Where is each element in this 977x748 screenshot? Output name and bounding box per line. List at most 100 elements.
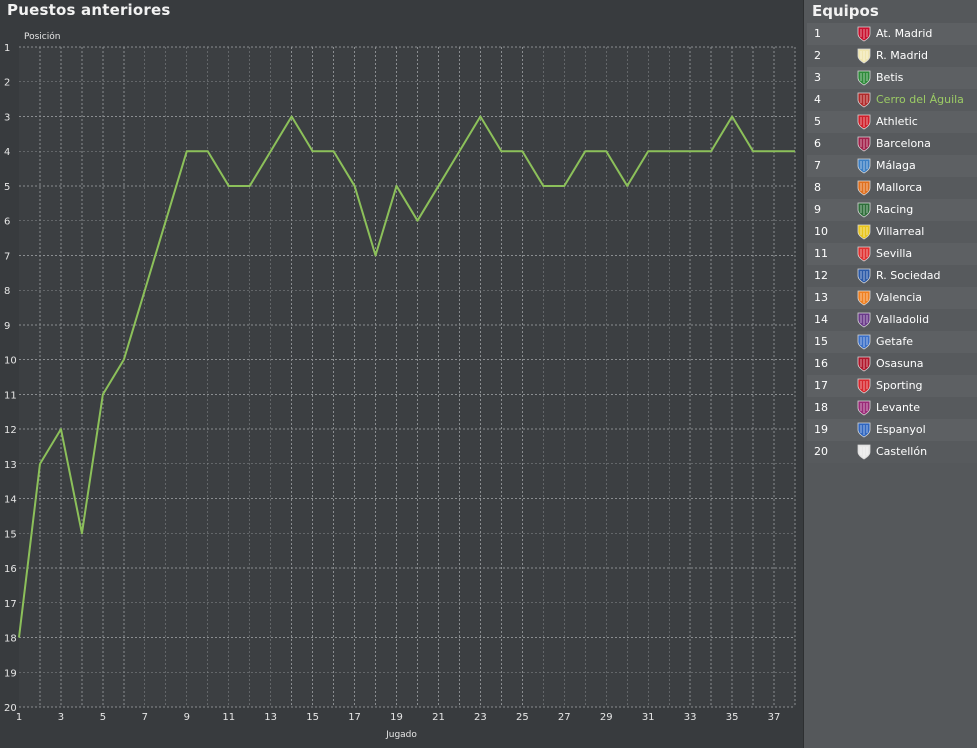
x-tick-label: 23 bbox=[474, 712, 487, 723]
x-tick-label: 35 bbox=[726, 712, 739, 723]
team-position: 14 bbox=[814, 313, 828, 326]
team-position: 15 bbox=[814, 335, 828, 348]
team-row[interactable]: 14 Valladolid bbox=[807, 309, 977, 331]
team-name: Barcelona bbox=[876, 137, 931, 150]
team-row[interactable]: 11 Sevilla bbox=[807, 243, 977, 265]
positions-chart-panel: Puestos anteriores Posición 1 2 3 4 5 6 7 8 9 10 1… bbox=[0, 0, 803, 748]
team-name: Racing bbox=[876, 203, 914, 216]
y-tick-label: 19 bbox=[4, 668, 17, 679]
y-tick-label: 8 bbox=[4, 286, 10, 297]
team-row[interactable]: 18 Levante bbox=[807, 397, 977, 419]
y-tick-label: 18 bbox=[4, 634, 17, 645]
teams-panel: Equipos 1 At. Madrid 2 R. Madrid 3 Betis 4 Cerr… bbox=[803, 0, 977, 748]
x-tick-label: 7 bbox=[142, 712, 148, 723]
team-row[interactable]: 8 Mallorca bbox=[807, 177, 977, 199]
team-row[interactable]: 13 Valencia bbox=[807, 287, 977, 309]
x-axis-label: Jugado bbox=[386, 730, 417, 740]
x-tick-label: 17 bbox=[348, 712, 361, 723]
team-name: R. Madrid bbox=[876, 49, 929, 62]
team-row[interactable]: 19 Espanyol bbox=[807, 419, 977, 441]
x-tick-label: 9 bbox=[184, 712, 190, 723]
team-name: Athletic bbox=[876, 115, 918, 128]
positions-line-chart: 12345678910111213141516171819201 3 5 7 9 11 13… bbox=[4, 43, 796, 723]
x-tick-label: 29 bbox=[600, 712, 613, 723]
y-tick-label: 20 bbox=[4, 703, 17, 714]
x-tick-label: 31 bbox=[642, 712, 655, 723]
x-tick-label: 15 bbox=[306, 712, 319, 723]
y-tick-label: 12 bbox=[4, 425, 17, 436]
villarreal-crest-icon bbox=[857, 224, 871, 240]
x-tick-label: 33 bbox=[684, 712, 697, 723]
team-position: 13 bbox=[814, 291, 828, 304]
team-row[interactable]: 17 Sporting bbox=[807, 375, 977, 397]
team-row[interactable]: 3 Betis bbox=[807, 67, 977, 89]
x-tick-label: 11 bbox=[222, 712, 235, 723]
team-name: Espanyol bbox=[876, 423, 926, 436]
team-row[interactable]: 15 Getafe bbox=[807, 331, 977, 353]
team-row[interactable]: 5 Athletic bbox=[807, 111, 977, 133]
team-name: Getafe bbox=[876, 335, 913, 348]
levante-crest-icon bbox=[857, 400, 871, 416]
team-position: 3 bbox=[814, 71, 821, 84]
athletic-crest-icon bbox=[857, 114, 871, 130]
racing-crest-icon bbox=[857, 202, 871, 218]
team-name: Málaga bbox=[876, 159, 916, 172]
team-row[interactable]: 12 R. Sociedad bbox=[807, 265, 977, 287]
team-row[interactable]: 20 Castellón bbox=[807, 441, 977, 463]
y-tick-label: 3 bbox=[4, 112, 10, 123]
team-name: At. Madrid bbox=[876, 27, 933, 40]
team-position: 5 bbox=[814, 115, 821, 128]
plot-area bbox=[19, 47, 795, 707]
x-tick-label: 25 bbox=[516, 712, 529, 723]
x-tick-label: 19 bbox=[390, 712, 403, 723]
malaga-crest-icon bbox=[857, 158, 871, 174]
y-tick-label: 4 bbox=[4, 147, 10, 158]
team-name: Valencia bbox=[876, 291, 923, 304]
valladolid-crest-icon bbox=[857, 312, 871, 328]
team-name: Betis bbox=[876, 71, 904, 84]
sporting-crest-icon bbox=[857, 378, 871, 394]
team-row[interactable]: 9 Racing bbox=[807, 199, 977, 221]
getafe-crest-icon bbox=[857, 334, 871, 350]
team-name: Osasuna bbox=[876, 357, 924, 370]
team-position: 7 bbox=[814, 159, 821, 172]
team-row[interactable]: 2 R. Madrid bbox=[807, 45, 977, 67]
team-row[interactable]: 1 At. Madrid bbox=[807, 23, 977, 45]
sevilla-crest-icon bbox=[857, 246, 871, 262]
team-row[interactable]: 7 Málaga bbox=[807, 155, 977, 177]
cerro-del-aguila-crest-icon bbox=[857, 92, 871, 108]
betis-crest-icon bbox=[857, 70, 871, 86]
team-position: 20 bbox=[814, 445, 828, 458]
team-position: 10 bbox=[814, 225, 828, 238]
y-tick-label: 1 bbox=[4, 43, 10, 54]
team-row[interactable]: 10 Villarreal bbox=[807, 221, 977, 243]
team-row[interactable]: 4 Cerro del Águila bbox=[807, 89, 977, 111]
osasuna-crest-icon bbox=[857, 356, 871, 372]
x-tick-label: 27 bbox=[558, 712, 571, 723]
team-name: R. Sociedad bbox=[876, 269, 941, 282]
y-tick-label: 14 bbox=[4, 495, 17, 506]
atletico-crest-icon bbox=[857, 26, 871, 42]
team-position: 17 bbox=[814, 379, 828, 392]
team-row[interactable]: 16 Osasuna bbox=[807, 353, 977, 375]
real-sociedad-crest-icon bbox=[857, 268, 871, 284]
y-tick-label: 17 bbox=[4, 599, 17, 610]
team-position: 2 bbox=[814, 49, 821, 62]
team-position: 8 bbox=[814, 181, 821, 194]
mallorca-crest-icon bbox=[857, 180, 871, 196]
team-position: 12 bbox=[814, 269, 828, 282]
x-tick-label: 3 bbox=[58, 712, 64, 723]
x-tick-label: 37 bbox=[768, 712, 781, 723]
team-position: 1 bbox=[814, 27, 821, 40]
team-position: 4 bbox=[814, 93, 821, 106]
team-position: 19 bbox=[814, 423, 828, 436]
barcelona-crest-icon bbox=[857, 136, 871, 152]
team-row[interactable]: 6 Barcelona bbox=[807, 133, 977, 155]
team-name: Sevilla bbox=[876, 247, 913, 260]
y-tick-label: 9 bbox=[4, 321, 10, 332]
y-tick-label: 16 bbox=[4, 564, 17, 575]
real-madrid-crest-icon bbox=[857, 48, 871, 64]
castellon-crest-icon bbox=[857, 444, 871, 460]
x-tick-label: 5 bbox=[100, 712, 106, 723]
x-tick-label: 1 bbox=[16, 712, 22, 723]
